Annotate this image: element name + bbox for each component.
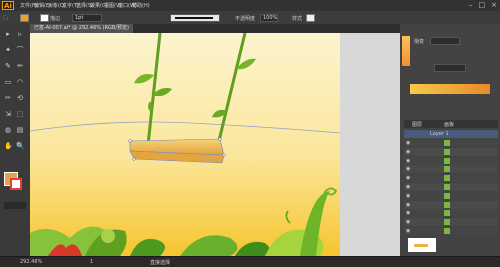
layer-thumbnail bbox=[444, 184, 450, 190]
sublayer-row[interactable]: ◉ bbox=[404, 156, 498, 165]
gradient-type-dropdown[interactable] bbox=[430, 37, 460, 45]
right-panels: 渐变 图层 画板 Layer 1 ◉ ◉ ◉ ◉ ◉ ◉ ◉ ◉ ◉ ◉ ◉ bbox=[400, 24, 500, 256]
layers-tab[interactable]: 图层 bbox=[412, 121, 422, 128]
minimize-icon[interactable]: – bbox=[469, 1, 473, 9]
canvas-workspace[interactable] bbox=[30, 33, 400, 256]
sublayer-row[interactable]: ◉ bbox=[404, 227, 498, 235]
zoom-tool-icon[interactable]: 🔍 bbox=[16, 142, 25, 150]
window-controls: – □ × bbox=[463, 1, 497, 9]
opacity-label: 不透明度 bbox=[235, 16, 256, 22]
gradient-thumbnail[interactable] bbox=[402, 36, 410, 66]
tools-panel: ▸ ▹ ✦ ⌒ ✎ ✏ ▭ ◠ ✂ ⟲ ⇲ ⬚ ◍ ▤ ✋ 🔍 bbox=[0, 24, 31, 256]
style-label: 样式 bbox=[292, 16, 303, 22]
opacity-field[interactable]: 100% bbox=[260, 14, 278, 22]
eye-icon[interactable]: ◉ bbox=[406, 166, 410, 172]
layer-name: Layer 1 bbox=[430, 131, 449, 137]
magic-wand-tool-icon[interactable]: ✦ bbox=[4, 46, 12, 54]
eye-icon[interactable]: ◉ bbox=[406, 158, 410, 164]
status-bar: 292.46% 1 直接选择 bbox=[0, 256, 500, 267]
layer-row[interactable]: Layer 1 bbox=[404, 130, 498, 138]
eye-icon[interactable]: ◉ bbox=[406, 140, 410, 146]
eye-icon[interactable]: ◉ bbox=[406, 175, 410, 181]
scale-tool-icon[interactable]: ⇲ bbox=[4, 110, 12, 118]
rectangle-tool-icon[interactable]: ▭ bbox=[4, 78, 12, 86]
pen-tool-icon[interactable]: ✎ bbox=[4, 62, 12, 70]
stroke-label: 描边 bbox=[50, 16, 61, 22]
eye-icon[interactable]: ◉ bbox=[406, 202, 410, 208]
fill-swatch[interactable] bbox=[20, 14, 29, 22]
eye-icon[interactable]: ◉ bbox=[406, 219, 410, 225]
gradient-slider[interactable] bbox=[410, 84, 490, 94]
stroke-swatch[interactable] bbox=[40, 14, 49, 22]
sublayer-row[interactable]: ◉ bbox=[404, 147, 498, 156]
navigator-thumbnail[interactable] bbox=[408, 238, 436, 252]
sublayer-row[interactable]: ◉ bbox=[404, 183, 498, 191]
eye-icon[interactable]: ◉ bbox=[406, 228, 410, 234]
brush-definition[interactable] bbox=[170, 14, 220, 22]
layer-thumbnail bbox=[444, 228, 450, 234]
menu-item[interactable]: 帮助(H) bbox=[132, 2, 150, 9]
sublayer-row[interactable]: ◉ bbox=[404, 218, 498, 227]
hand-tool-icon[interactable]: ✋ bbox=[4, 142, 13, 150]
scissors-tool-icon[interactable]: ✂ bbox=[4, 94, 12, 102]
layer-thumbnail bbox=[444, 148, 450, 155]
layer-thumbnail bbox=[444, 157, 450, 164]
layer-thumbnail bbox=[444, 166, 450, 173]
eye-icon[interactable]: ◉ bbox=[406, 184, 410, 190]
rotate-tool-icon[interactable]: ⟲ bbox=[16, 94, 24, 102]
artboard-tool-icon[interactable]: ⬚ bbox=[16, 110, 24, 118]
page-indicator[interactable]: 1 bbox=[90, 259, 93, 265]
eye-icon[interactable]: ◉ bbox=[406, 149, 410, 155]
selection-indicator: ⬚ bbox=[3, 15, 8, 21]
layer-thumbnail bbox=[444, 201, 450, 208]
artboard[interactable] bbox=[30, 33, 340, 256]
eye-icon[interactable]: ◉ bbox=[406, 210, 410, 216]
brush-stroke-preview bbox=[175, 17, 213, 19]
navigator-preview bbox=[414, 244, 428, 247]
gradient-angle-field[interactable] bbox=[434, 64, 466, 72]
sublayer-row[interactable]: ◉ bbox=[404, 191, 498, 200]
style-swatch[interactable] bbox=[306, 14, 315, 22]
sublayer-row[interactable]: ◉ bbox=[404, 139, 498, 147]
eye-icon[interactable]: ◉ bbox=[406, 193, 410, 199]
selection-tool-icon[interactable]: ▸ bbox=[4, 30, 12, 38]
control-bar: ⬚ 描边 1pt 不透明度 100% 样式 bbox=[0, 11, 500, 25]
stroke-color-box[interactable] bbox=[10, 178, 22, 190]
document-tab[interactable]: 已签-AI-007.ai* @ 292.46% (RGB/预览) bbox=[30, 24, 133, 33]
close-icon[interactable]: × bbox=[491, 1, 497, 9]
draw-mode-buttons[interactable] bbox=[4, 202, 26, 209]
layer-thumbnail bbox=[444, 219, 450, 226]
layer-thumbnail bbox=[444, 175, 450, 182]
sublayer-row[interactable]: ◉ bbox=[404, 174, 498, 183]
swing-seat[interactable] bbox=[128, 137, 226, 164]
menu-bar: Ai 文件(F) 编辑(E) 对象(O) 文字(T) 选择(S) 效果(C) 视图(V) 窗口… bbox=[0, 0, 500, 11]
maximize-icon[interactable]: □ bbox=[479, 1, 486, 9]
direct-selection-tool-icon[interactable]: ▹ bbox=[16, 30, 24, 38]
artboards-tab[interactable]: 画板 bbox=[444, 121, 454, 128]
sublayer-row[interactable]: ◉ bbox=[404, 209, 498, 218]
sublayer-row[interactable]: ◉ bbox=[404, 200, 498, 209]
stroke-weight-field[interactable]: 1pt bbox=[72, 14, 102, 22]
layer-thumbnail bbox=[444, 192, 450, 199]
blob-brush-tool-icon[interactable]: ◍ bbox=[4, 126, 12, 134]
bush-shape bbox=[101, 229, 115, 243]
layer-thumbnail bbox=[444, 210, 450, 217]
app-logo: Ai bbox=[2, 1, 14, 10]
pencil-tool-icon[interactable]: ✏ bbox=[16, 62, 24, 70]
sublayer-row[interactable]: ◉ bbox=[404, 165, 498, 174]
gradient-tab[interactable]: 渐变 bbox=[414, 38, 424, 45]
zoom-indicator[interactable]: 292.46% bbox=[20, 259, 42, 265]
current-tool-label: 直接选择 bbox=[150, 260, 171, 266]
arc-tool-icon[interactable]: ◠ bbox=[16, 78, 24, 86]
graph-tool-icon[interactable]: ▤ bbox=[16, 126, 24, 134]
document-tabbar: 已签-AI-007.ai* @ 292.46% (RGB/预览) bbox=[30, 24, 400, 33]
layer-thumbnail bbox=[444, 140, 450, 146]
lasso-tool-icon[interactable]: ⌒ bbox=[16, 46, 24, 54]
layers-tabbar: 图层 画板 bbox=[404, 120, 498, 128]
